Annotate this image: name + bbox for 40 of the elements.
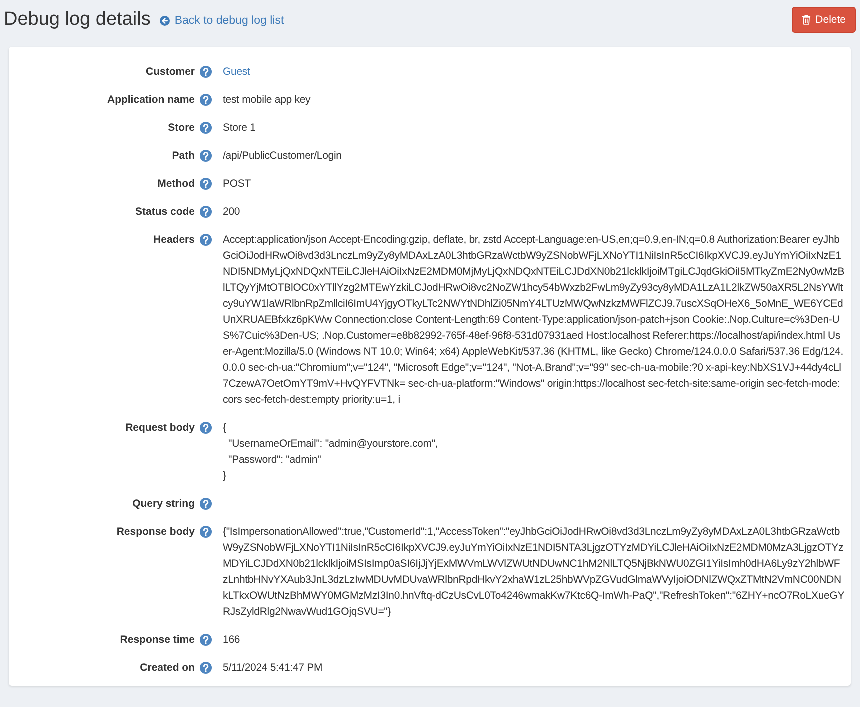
field-label: Response time [120, 633, 196, 648]
field-label: Query string [132, 497, 196, 512]
trash-icon [802, 15, 811, 25]
help-icon [200, 526, 212, 538]
help-icon [200, 234, 212, 246]
field-label: Store [168, 121, 196, 136]
field-value: 200 [223, 205, 240, 220]
help-icon [200, 498, 212, 510]
help-icon [200, 66, 212, 78]
help-icon [200, 662, 212, 674]
field-label: Response body [116, 525, 196, 540]
page-title: Debug log details [4, 9, 151, 31]
field-label: Headers [154, 233, 196, 248]
field-label: Status code [135, 205, 196, 220]
field-value: {"IsImpersonationAllowed":true,"CustomerId":1,"AccessToken":"eyJhbGciOiJodHRwOi8vd3d3LnczLm9yZy8yMDAxLzA0L3htbGRzaWctbW9yZSNobWFjLXNoYTI1NiIsInR5cCI6IkpXVCJ9.eyJuYmYiOiIxNzE1NDI5NTA3LjgzOTYzMDYiLCJleHAiOiIxNzE2MDM0MzA3LjgzOTYzMDYiLCJDdXN0b21lcklkIjoiMSIsImp0aSI6IjJjYjExMWVmLWVlZWUtNDUwNC1hM2NlLTQ5NjBkNWU0ZGI1YiIsImh0dHA6Ly9zY2hlbWFzLnhtbHNvYXAub3JnL3dzLzIwMDUvMDUvaWRlbnRpdHkvY2xhaW1zL25hbWVpZGVudGlmaWVyIjoiODNlZWQxZTMtN2VmNC00NDNkLTkxOWUtNzBhMWY0MGMzMzI3In0.hnVftq-dCzUsCvL0To4246wmakKw7Ktc6Q-ImWh-PaQ","RefreshToken":"6ZHY+ncO7RoLXueGYRJsZyldRlg2NwavWud1GOjqSVU="} [223, 525, 845, 620]
help-icon [200, 94, 212, 106]
help-icon [200, 150, 212, 162]
help-icon [200, 122, 212, 134]
field-value: { "UsernameOrEmail": "admin@yourstore.com", "Password": "admin" } [223, 421, 438, 484]
delete-button[interactable]: Delete [792, 7, 856, 33]
field-label: Path [172, 149, 196, 164]
field-value: Store 1 [223, 121, 256, 136]
arrow-left-icon [160, 16, 170, 26]
field-label: Created on [140, 661, 196, 676]
field-value: Accept:application/json Accept-Encoding:gzip, deflate, br, zstd Accept-Language:en-US,en;q=0.9,en-IN;q=0.8 Authorization:Bearer eyJhbGciOiJodHRwOi8vd3d3LnczLm9yZy8yMDAxLzA0L3htbGRzaWctbW9yZSNobWFjLXNoYTI1NiIsInR5cCI6IkpXVCJ9.eyJuYmYiOiIxNzE1NDI5NDMyLjQxNDQxNTEiLCJleHAiOiIxNzE2MDM0MjMyLjQxNDQxNTEiLCJDdXN0b21lcklkIjoiMTgiLCJqdGkiOiI5MTkyZmE2Ny0wMzBlLTQyYjMtOTBlOC0xYTllYzg2MTEwYzkiLCJodHRwOi8vc2NoZW1hcy54bWxzb2FwLm9yZy93cy8yMDA1LzA1L2lkZW50aXR5L2NsYWltcy9uYW1laWRlbnRpZmllciI6ImU4YjgyOTkyLTc2NWYtNDhlZi05NmY4LTUzMWQwNzkzMWFlZCJ9.7uscXSqOHeX6_5oMnE_WE6YCEdUnXRUAEBfxkz6pKWw Connection:close Content-Length:69 Content-Type:application/json-patch+json Cookie:.Nop.Culture=c%3Den-US%7Cuic%3Den-US; .Nop.Customer=e8b82992-765f-48ef-96f8-531d07931aed Host:localhost Referer:https://localhost/api/index.html User-Agent:Mozilla/5.0 (Windows NT 10.0; Win64; x64) AppleWebKit/537.36 (KHTML, like Gecko) Chrome/124.0.0.0 Safari/537.36 Edg/124.0.0.0 sec-ch-ua:"Chromium";v="124", "Microsoft Edge";v="124", "Not-A.Brand";v="99" sec-ch-ua-mobile:?0 x-api-key:NbXS1VJ+44dy4cLl7CzewA7OetOmYT9mV+HvQYFVTNk= sec-ch-ua-platform:"Windows" origin:https://localhost sec-fetch-site:same-origin sec-fetch-mode:cors sec-fetch-dest:empty priority:u=1, i [223, 233, 845, 408]
field-value: test mobile app key [223, 93, 311, 108]
field-value: 166 [223, 633, 240, 648]
help-icon [200, 634, 212, 646]
help-icon [200, 178, 212, 190]
field-label: Customer [146, 65, 196, 80]
field-label: Application name [107, 93, 196, 108]
help-icon [200, 422, 212, 434]
field-value: /api/PublicCustomer/Login [223, 149, 342, 164]
field-value: 5/11/2024 5:41:47 PM [223, 661, 323, 676]
field-label: Method [158, 177, 196, 192]
field-label: Request body [126, 421, 196, 436]
back-link[interactable]: Back to debug log list [160, 15, 284, 27]
help-icon [200, 206, 212, 218]
field-value: POST [223, 177, 251, 192]
customer-link[interactable]: Guest [223, 64, 250, 80]
